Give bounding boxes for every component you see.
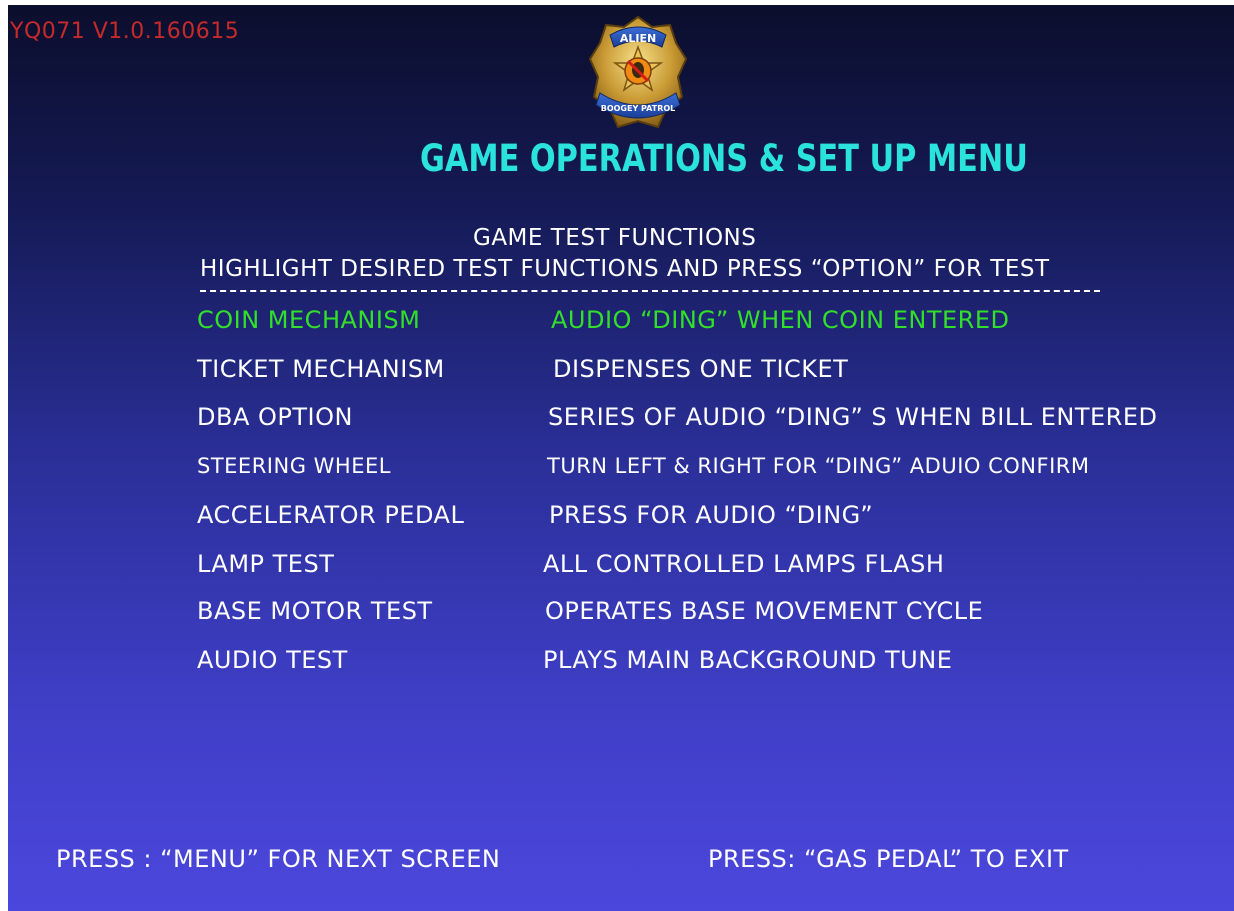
test-desc-accelerator-pedal: PRESS FOR AUDIO “DING” bbox=[549, 501, 874, 529]
test-desc-base-motor-test: OPERATES BASE MOVEMENT CYCLE bbox=[545, 597, 984, 625]
test-item-audio-test[interactable]: AUDIO TEST bbox=[197, 646, 348, 674]
menu-panel: YQ071 V1.0.160615 ALIEN BOOGEY PATROL GA… bbox=[8, 5, 1234, 911]
test-item-coin-mechanism[interactable]: COIN MECHANISM bbox=[197, 306, 420, 334]
test-desc-steering-wheel: TURN LEFT & RIGHT FOR “DING” ADUIO CONFI… bbox=[547, 454, 1090, 478]
instruction-text: HIGHLIGHT DESIRED TEST FUNCTIONS AND PRE… bbox=[200, 256, 1050, 282]
test-item-steering-wheel[interactable]: STEERING WHEEL bbox=[197, 454, 391, 478]
game-screen: YQ071 V1.0.160615 ALIEN BOOGEY PATROL GA… bbox=[0, 0, 1234, 911]
test-desc-coin-mechanism: AUDIO “DING” WHEN COIN ENTERED bbox=[551, 306, 1010, 334]
test-item-dba-option[interactable]: DBA OPTION bbox=[197, 403, 353, 431]
svg-text:ALIEN: ALIEN bbox=[620, 32, 656, 45]
test-item-ticket-mechanism[interactable]: TICKET MECHANISM bbox=[197, 355, 445, 383]
test-desc-lamp-test: ALL CONTROLLED LAMPS FLASH bbox=[543, 550, 945, 578]
test-item-base-motor-test[interactable]: BASE MOTOR TEST bbox=[197, 597, 433, 625]
svg-text:BOOGEY PATROL: BOOGEY PATROL bbox=[601, 104, 676, 113]
test-item-lamp-test[interactable]: LAMP TEST bbox=[197, 550, 334, 578]
test-desc-audio-test: PLAYS MAIN BACKGROUND TUNE bbox=[543, 646, 953, 674]
section-title: GAME TEST FUNCTIONS bbox=[473, 225, 757, 251]
test-item-accelerator-pedal[interactable]: ACCELERATOR PEDAL bbox=[197, 501, 464, 529]
alien-badge-logo-icon: ALIEN BOOGEY PATROL bbox=[588, 15, 688, 129]
test-desc-dba-option: SERIES OF AUDIO “DING” S WHEN BILL ENTER… bbox=[548, 403, 1158, 431]
test-desc-ticket-mechanism: DISPENSES ONE TICKET bbox=[553, 355, 849, 383]
divider bbox=[200, 290, 1100, 292]
footer-next-screen-hint: PRESS : “MENU” FOR NEXT SCREEN bbox=[56, 845, 501, 873]
menu-title: GAME OPERATIONS & SET UP MENU bbox=[420, 137, 1028, 180]
footer-exit-hint: PRESS: “GAS PEDAL” TO EXIT bbox=[708, 845, 1069, 873]
version-label: YQ071 V1.0.160615 bbox=[10, 19, 240, 44]
